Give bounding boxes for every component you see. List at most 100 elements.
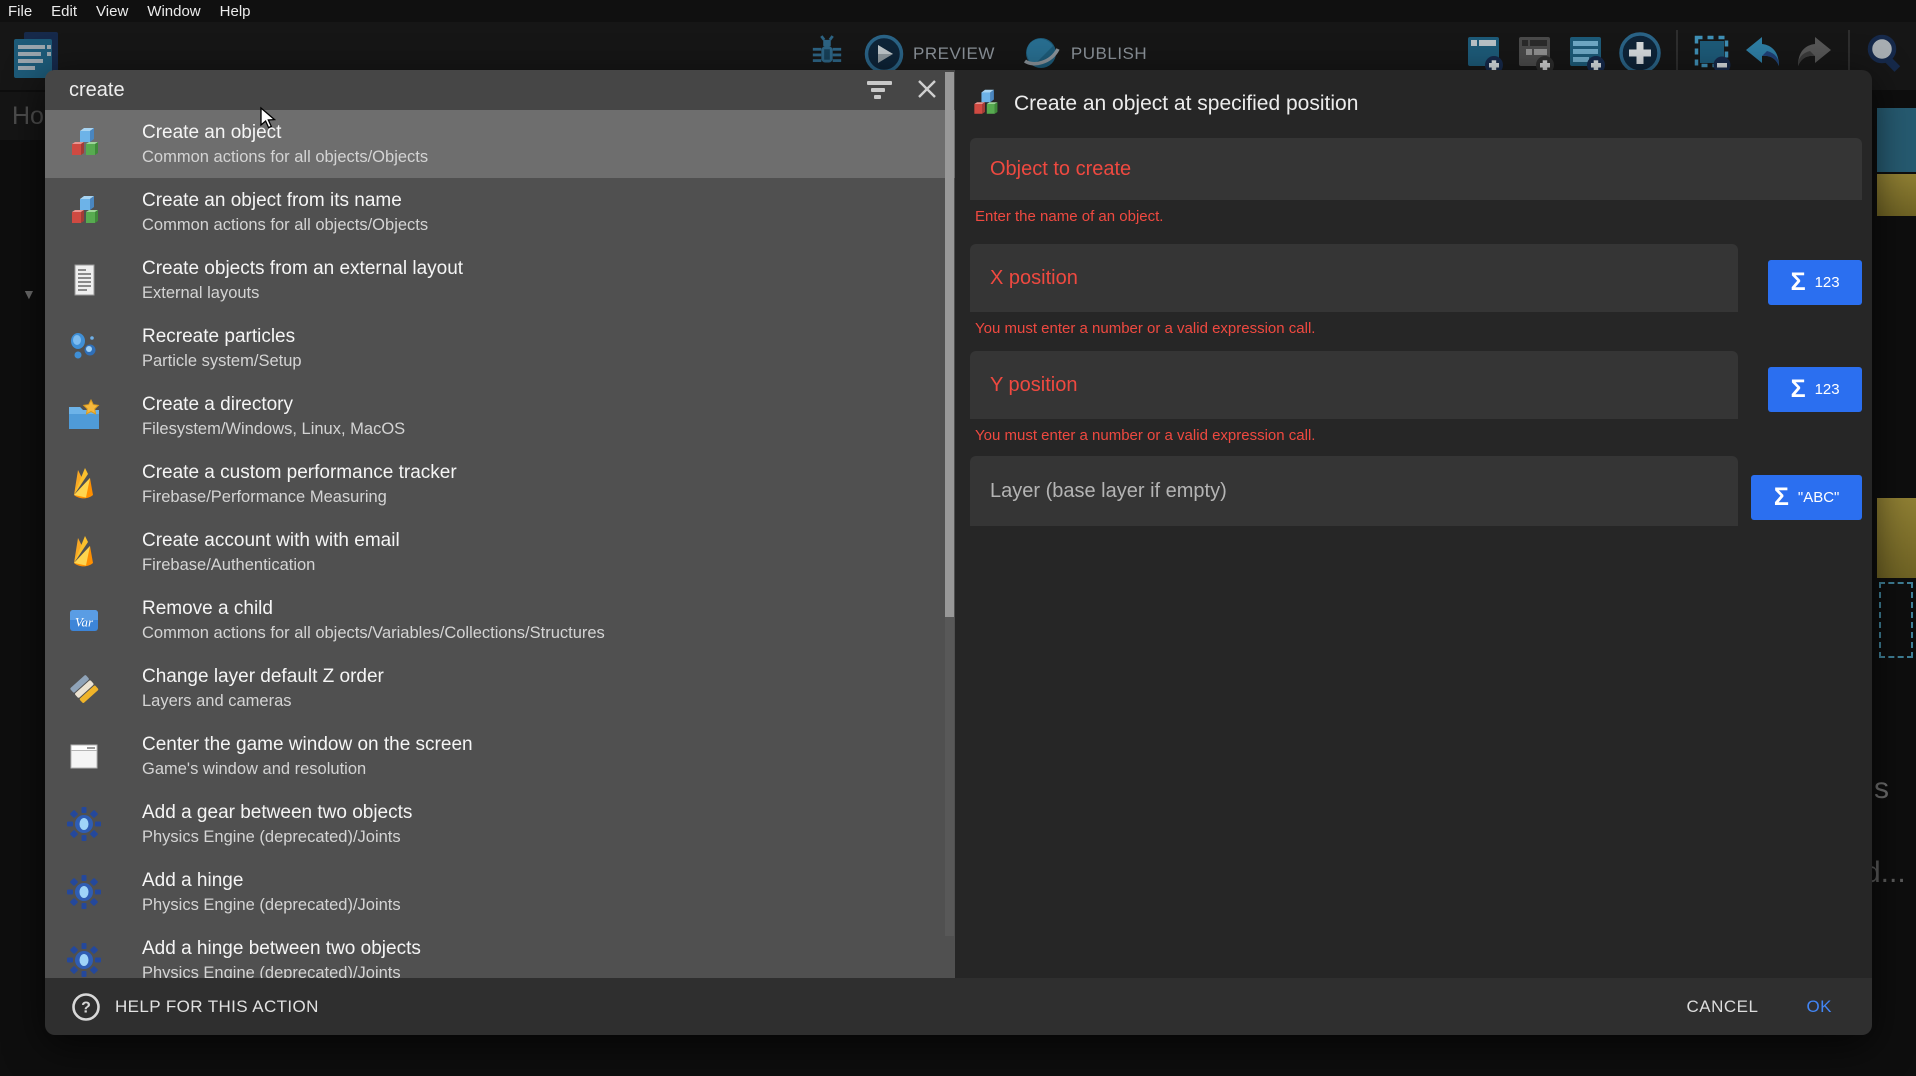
sigma-icon: Σ: [1791, 270, 1806, 295]
action-subtitle: Physics Engine (deprecated)/Joints: [142, 826, 412, 849]
action-list-item[interactable]: Var Remove a childCommon actions for all …: [45, 586, 955, 654]
cubes-icon: [66, 126, 102, 162]
layer-expression-button[interactable]: Σ "ABC": [1751, 475, 1862, 520]
action-title: Add a hinge between two objects: [142, 936, 421, 962]
action-list-item[interactable]: Create an object from its nameCommon act…: [45, 178, 955, 246]
action-subtitle: Game's window and resolution: [142, 758, 473, 781]
action-list-item[interactable]: Create a custom performance trackerFireb…: [45, 450, 955, 518]
action-title: Recreate particles: [142, 324, 302, 350]
publish-globe-icon[interactable]: [1021, 34, 1061, 74]
scene-object-teal: [1877, 108, 1916, 172]
menu-item-edit[interactable]: Edit: [51, 3, 77, 20]
list-scrollbar-thumb[interactable]: [945, 72, 954, 617]
action-title: Create objects from an external layout: [142, 256, 463, 282]
y-field-error: You must enter a number or a valid expre…: [975, 427, 1872, 445]
folder-icon: [66, 398, 102, 434]
action-list-item[interactable]: Create objects from an external layoutEx…: [45, 246, 955, 314]
menu-item-help[interactable]: Help: [220, 3, 251, 20]
action-title: Create a directory: [142, 392, 405, 418]
action-subtitle: Particle system/Setup: [142, 350, 302, 373]
search-icon[interactable]: [1864, 31, 1904, 75]
y-expression-button[interactable]: Σ 123: [1768, 367, 1862, 412]
search-input[interactable]: [69, 79, 845, 102]
object-field-helper: Enter the name of an object.: [975, 208, 1872, 226]
action-title: Create account with with email: [142, 528, 400, 554]
list-scrollbar[interactable]: [945, 72, 954, 936]
physics-joint-icon: [66, 874, 102, 910]
action-list: Create an objectCommon actions for all o…: [45, 110, 955, 978]
menu-item-file[interactable]: File: [8, 3, 32, 20]
chevron-down-icon[interactable]: ▼: [22, 286, 36, 302]
external-layout-icon: [66, 262, 102, 298]
object-to-create-field[interactable]: [970, 138, 1862, 200]
action-subtitle: Common actions for all objects/Variables…: [142, 622, 605, 645]
publish-button[interactable]: PUBLISH: [1071, 44, 1147, 64]
action-title: Create a custom performance tracker: [142, 460, 457, 486]
debug-icon[interactable]: [810, 34, 844, 74]
sigma-icon: Σ: [1791, 377, 1806, 402]
action-list-item[interactable]: Create account with with emailFirebase/A…: [45, 518, 955, 586]
close-icon[interactable]: [915, 77, 939, 103]
firebase-icon: [66, 466, 102, 502]
action-subtitle: Physics Engine (deprecated)/Joints: [142, 962, 421, 979]
action-title: Create an object: [142, 120, 428, 146]
scene-selection-outline: [1879, 582, 1913, 658]
action-title: Remove a child: [142, 596, 605, 622]
scene-object-olive: [1877, 174, 1916, 216]
cubes-icon: [66, 194, 102, 230]
menu-item-window[interactable]: Window: [147, 3, 200, 20]
x-position-field[interactable]: [970, 244, 1738, 312]
add-event-icon[interactable]: [1465, 31, 1505, 75]
undo-icon[interactable]: [1743, 31, 1783, 75]
cubes-icon: [969, 88, 1001, 120]
redo-icon[interactable]: [1794, 31, 1834, 75]
scene-object-olive: [1877, 498, 1916, 578]
cancel-button[interactable]: CANCEL: [1686, 997, 1758, 1017]
action-search-pane: Create an objectCommon actions for all o…: [45, 70, 955, 978]
help-icon: ?: [71, 992, 101, 1022]
action-list-item[interactable]: Create an objectCommon actions for all o…: [45, 110, 955, 178]
layer-zorder-icon: [66, 670, 102, 706]
action-title: Change layer default Z order: [142, 664, 384, 690]
add-subevent-icon[interactable]: [1516, 31, 1556, 75]
firebase-icon: [66, 534, 102, 570]
filter-icon[interactable]: [865, 77, 895, 103]
menu-bar: File Edit View Window Help: [0, 0, 1916, 22]
background-text-fragment: s: [1874, 772, 1889, 806]
y-position-field[interactable]: [970, 351, 1738, 419]
action-list-item[interactable]: Add a hinge between two objectsPhysics E…: [45, 926, 955, 978]
action-list-item[interactable]: Add a gear between two objectsPhysics En…: [45, 790, 955, 858]
game-window-icon: [66, 738, 102, 774]
action-list-item[interactable]: Recreate particlesParticle system/Setup: [45, 314, 955, 382]
action-title: Add a gear between two objects: [142, 800, 412, 826]
svg-text:?: ?: [81, 999, 91, 1016]
variable-icon: Var: [66, 602, 102, 638]
add-circle-icon[interactable]: [1618, 31, 1662, 75]
x-expression-button[interactable]: Σ 123: [1768, 260, 1862, 305]
action-list-item[interactable]: Change layer default Z orderLayers and c…: [45, 654, 955, 722]
search-header: [45, 70, 955, 110]
action-list-item[interactable]: Center the game window on the screenGame…: [45, 722, 955, 790]
action-parameters-pane: Create an object at specified position E…: [955, 70, 1872, 978]
physics-joint-icon: [66, 942, 102, 978]
menu-item-view[interactable]: View: [96, 3, 128, 20]
svg-text:Var: Var: [75, 615, 94, 630]
preview-button[interactable]: PREVIEW: [913, 44, 995, 64]
action-subtitle: Layers and cameras: [142, 690, 384, 713]
help-for-action-button[interactable]: ? HELP FOR THIS ACTION: [71, 992, 319, 1022]
action-list-item[interactable]: Add a hingePhysics Engine (deprecated)/J…: [45, 858, 955, 926]
action-list-item[interactable]: Create a directoryFilesystem/Windows, Li…: [45, 382, 955, 450]
ok-button[interactable]: OK: [1806, 997, 1832, 1017]
add-comment-icon[interactable]: [1567, 31, 1607, 75]
preview-play-icon[interactable]: [864, 34, 904, 74]
action-subtitle: Filesystem/Windows, Linux, MacOS: [142, 418, 405, 441]
remove-selection-icon[interactable]: [1692, 31, 1732, 75]
action-subtitle: Physics Engine (deprecated)/Joints: [142, 894, 401, 917]
instruction-editor-dialog: Create an objectCommon actions for all o…: [45, 70, 1872, 1035]
action-subtitle: Firebase/Performance Measuring: [142, 486, 457, 509]
action-subtitle: Common actions for all objects/Objects: [142, 214, 428, 237]
physics-joint-icon: [66, 806, 102, 842]
layer-field[interactable]: [970, 456, 1738, 526]
action-subtitle: Common actions for all objects/Objects: [142, 146, 428, 169]
action-subtitle: External layouts: [142, 282, 463, 305]
